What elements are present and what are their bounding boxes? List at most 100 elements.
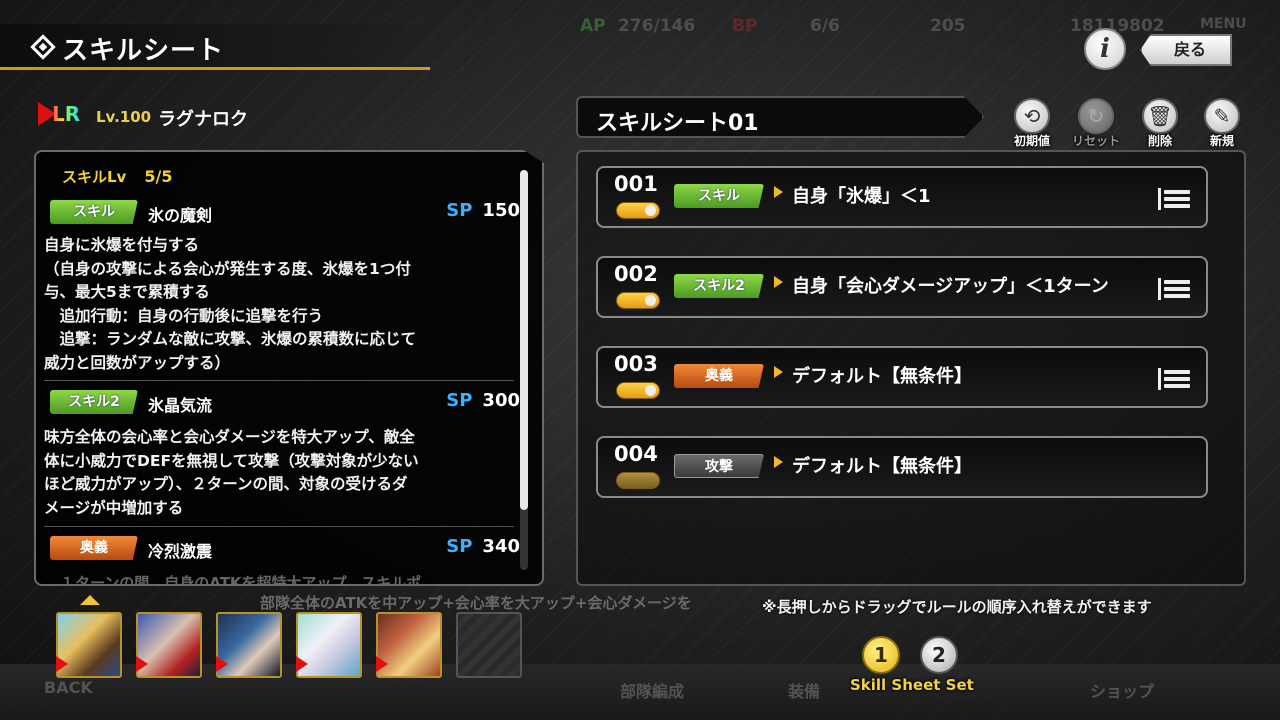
skill-description: 自身に氷爆を付与する （自身の攻撃による会心が発生する度、氷爆を1つ付 与、最大… (44, 236, 417, 372)
rule-condition: 自身「会心ダメージアップ」＜1ターン (792, 276, 1109, 297)
character-portrait[interactable] (216, 612, 282, 678)
tool-label: 削除 (1147, 134, 1172, 148)
arrow-icon (774, 456, 783, 468)
skill-sp: SP 150 (446, 200, 520, 221)
character-portrait[interactable] (136, 612, 202, 678)
rule-row[interactable]: 001 スキル 自身「氷爆」＜1 (596, 166, 1208, 228)
rarity-triangle-icon (136, 656, 148, 672)
back-button[interactable]: 戻る (1140, 34, 1232, 66)
tool-label: 新規 (1209, 134, 1234, 148)
nav-back[interactable]: BACK (44, 678, 93, 697)
arrow-icon (774, 366, 783, 378)
rule-row[interactable]: 004 攻撃 デフォルト【無条件】 (596, 436, 1208, 498)
refresh-icon: ↻ (1078, 98, 1114, 134)
diamond-icon (30, 34, 56, 60)
rule-condition: 自身「氷爆」＜1 (792, 186, 931, 207)
nav-item-equipment[interactable]: 装備 (788, 678, 820, 702)
rule-number: 004 (614, 442, 658, 466)
sp-value: 150 (482, 200, 520, 221)
bp-label: BP (732, 16, 758, 36)
reset-button[interactable]: ↻ リセット (1068, 98, 1124, 149)
rule-toggle[interactable] (616, 202, 660, 219)
skill-row: スキル2 氷晶気流 SP 300 (48, 388, 520, 418)
skill-description-partial: １ターンの間、自身のATKを超特大アップ、スキルポ (60, 574, 422, 586)
skill-tag: スキル (50, 200, 138, 224)
divider (44, 526, 514, 527)
sheet-title-bar[interactable]: スキルシート01 (576, 96, 984, 138)
rule-tag: スキル (674, 184, 764, 208)
rule-number: 003 (614, 352, 658, 376)
sp-value: 300 (482, 390, 520, 411)
skill-set-2-button[interactable]: 2 (920, 636, 958, 674)
tool-label: リセット (1071, 134, 1120, 148)
ap-value: 276/146 (618, 16, 696, 36)
reorder-note: ※長押しからドラッグでルールの順序入れ替えができます (762, 598, 1152, 616)
rarity-text: LR (52, 102, 81, 126)
rule-tag: 奥義 (674, 364, 764, 388)
rule-condition: デフォルト【無条件】 (792, 366, 972, 387)
rule-tag: スキル2 (674, 274, 764, 298)
nav-item-formation[interactable]: 部隊編成 (620, 678, 684, 702)
empty-portrait-slot[interactable] (456, 612, 522, 678)
default-button[interactable]: ⟲ 初期値 (1004, 98, 1060, 149)
delete-button[interactable]: 🗑 削除 (1132, 98, 1188, 149)
tool-label: 初期値 (1013, 134, 1050, 148)
skill-name: 氷晶気流 (148, 396, 213, 415)
drag-handle-icon[interactable] (1158, 368, 1192, 390)
rule-condition: デフォルト【無条件】 (792, 456, 972, 477)
background-text: 部隊全体のATKを中アップ+会心率を大アップ+会心ダメージを (260, 594, 692, 612)
rarity-triangle-icon (296, 656, 308, 672)
rarity-badge: LR (38, 100, 96, 130)
skill-name: 冷烈激震 (148, 542, 213, 561)
rarity-triangle-icon (216, 656, 228, 672)
selected-indicator-icon (80, 595, 100, 605)
rule-toggle[interactable] (616, 472, 660, 489)
skill-tag: スキル2 (50, 390, 138, 414)
rule-toggle[interactable] (616, 292, 660, 309)
skill-set-label: Skill Sheet Set (850, 676, 974, 694)
scrollbar-thumb[interactable] (520, 170, 528, 510)
drag-handle-icon[interactable] (1158, 188, 1192, 210)
character-name: ラグナロク (158, 109, 248, 130)
menu-button[interactable]: MENU (1200, 16, 1247, 32)
rarity-triangle-icon (376, 656, 388, 672)
rule-tag: 攻撃 (674, 454, 764, 478)
nav-item-shop[interactable]: ショップ (1090, 678, 1154, 702)
divider (44, 380, 514, 381)
character-portrait[interactable] (56, 612, 122, 678)
page-header: スキルシート (0, 24, 430, 70)
character-portrait[interactable] (296, 612, 362, 678)
skill-set-1-button[interactable]: 1 (862, 636, 900, 674)
skill-detail-panel[interactable]: スキルLv 5/5 スキル 氷の魔剣 SP 150 自身に氷爆を付与する （自身の攻… (34, 150, 544, 586)
bp-value: 6/6 (810, 16, 840, 36)
skill-sp: SP 340 (446, 536, 520, 557)
skill-level-label: スキルLv (62, 168, 127, 186)
skill-row: スキル 氷の魔剣 SP 150 (48, 198, 520, 228)
rule-number: 002 (614, 262, 658, 286)
skill-level: スキルLv 5/5 (62, 166, 172, 187)
sp-value: 340 (482, 536, 520, 557)
arrow-icon (774, 186, 783, 198)
arrow-icon (774, 276, 783, 288)
info-button[interactable]: i (1084, 28, 1126, 70)
rule-toggle[interactable] (616, 382, 660, 399)
rule-number: 001 (614, 172, 658, 196)
skill-level-value: 5/5 (144, 167, 173, 186)
drag-handle-icon[interactable] (1158, 278, 1192, 300)
sp-label: SP (446, 390, 473, 411)
skill-row: 奥義 冷烈激震 SP 340 (48, 534, 520, 564)
skill-description: 味方全体の会心率と会心ダメージを特大アップ、敵全 体に小威力でDEFを無視して攻… (44, 428, 419, 517)
character-level: Lv.100 (96, 108, 152, 126)
gem-count: 205 (930, 16, 966, 36)
character-portrait[interactable] (376, 612, 442, 678)
sp-label: SP (446, 200, 473, 221)
skill-sp: SP 300 (446, 390, 520, 411)
rarity-triangle-icon (56, 656, 68, 672)
skill-tag: 奥義 (50, 536, 138, 560)
rule-row[interactable]: 002 スキル2 自身「会心ダメージアップ」＜1ターン (596, 256, 1208, 318)
sheet-title: スキルシート01 (596, 111, 759, 136)
page-title: スキルシート (62, 36, 225, 66)
new-button[interactable]: ✎ 新規 (1194, 98, 1250, 149)
rule-row[interactable]: 003 奥義 デフォルト【無条件】 (596, 346, 1208, 408)
sp-label: SP (446, 536, 473, 557)
